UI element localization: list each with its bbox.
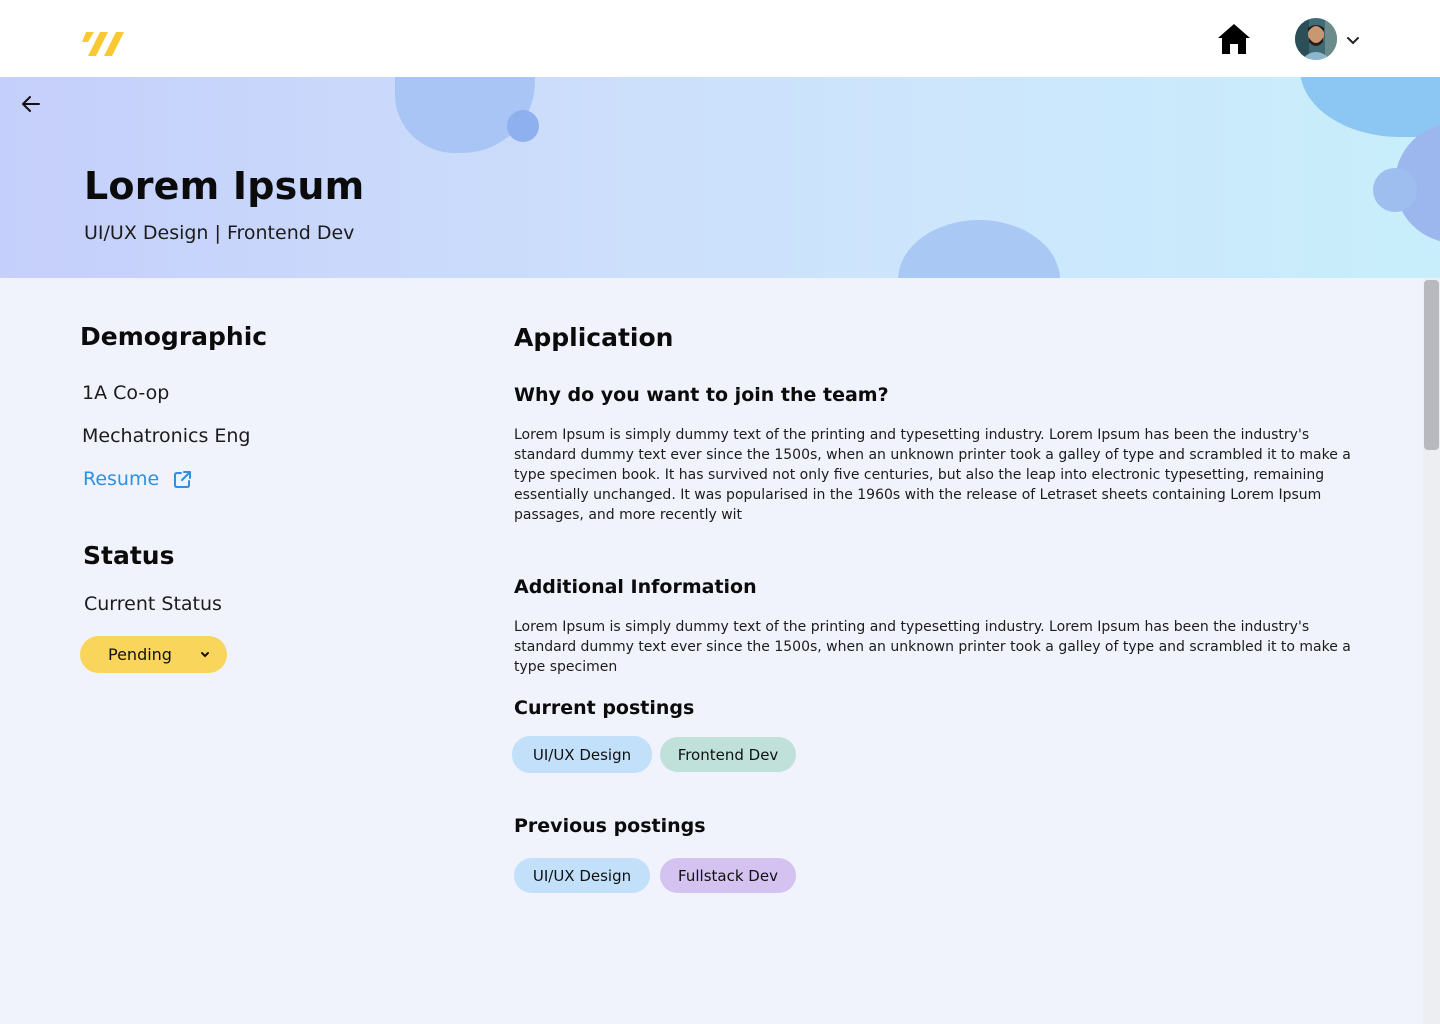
posting-tag: UI/UX Design [514, 858, 650, 893]
top-nav-bar [0, 0, 1440, 77]
status-dropdown[interactable]: Pending [80, 636, 227, 673]
banner-decoration [507, 110, 539, 142]
question-additional-info: Additional Information [514, 576, 757, 598]
external-link-icon [174, 470, 192, 488]
banner-decoration [1300, 77, 1440, 137]
question-why-join: Why do you want to join the team? [514, 384, 889, 406]
chevron-down-icon [201, 652, 209, 658]
current-postings-heading: Current postings [514, 697, 695, 719]
status-heading: Status [83, 541, 175, 570]
arrow-left-icon[interactable] [20, 93, 42, 115]
user-avatar[interactable] [1295, 18, 1337, 60]
current-status-label: Current Status [84, 593, 222, 615]
avatar-image [1295, 18, 1337, 60]
demographic-heading: Demographic [80, 322, 268, 351]
posting-tag: Fullstack Dev [660, 858, 796, 893]
posting-tag: UI/UX Design [512, 736, 652, 773]
answer-additional-info: Lorem Ipsum is simply dummy text of the … [514, 619, 1351, 675]
profile-banner: Lorem Ipsum UI/UX Design | Frontend Dev [0, 77, 1440, 278]
resume-link-label: Resume [83, 468, 160, 490]
resume-link[interactable]: Resume [83, 468, 192, 490]
banner-decoration [898, 220, 1060, 278]
profile-roles: UI/UX Design | Frontend Dev [84, 222, 355, 244]
application-heading: Application [514, 323, 674, 352]
posting-tag: Frontend Dev [660, 737, 796, 772]
chevron-down-icon[interactable] [1344, 34, 1362, 48]
program-value: Mechatronics Eng [82, 425, 251, 447]
status-dropdown-value: Pending [108, 645, 172, 664]
home-icon[interactable] [1216, 22, 1252, 56]
brand-logo-icon[interactable] [82, 30, 126, 58]
answer-why-join: Lorem Ipsum is simply dummy text of the … [514, 427, 1351, 523]
profile-name: Lorem Ipsum [84, 164, 365, 208]
previous-postings-heading: Previous postings [514, 815, 706, 837]
banner-decoration [1373, 168, 1417, 212]
scrollbar-thumb[interactable] [1424, 280, 1439, 450]
term-value: 1A Co-op [82, 382, 170, 404]
